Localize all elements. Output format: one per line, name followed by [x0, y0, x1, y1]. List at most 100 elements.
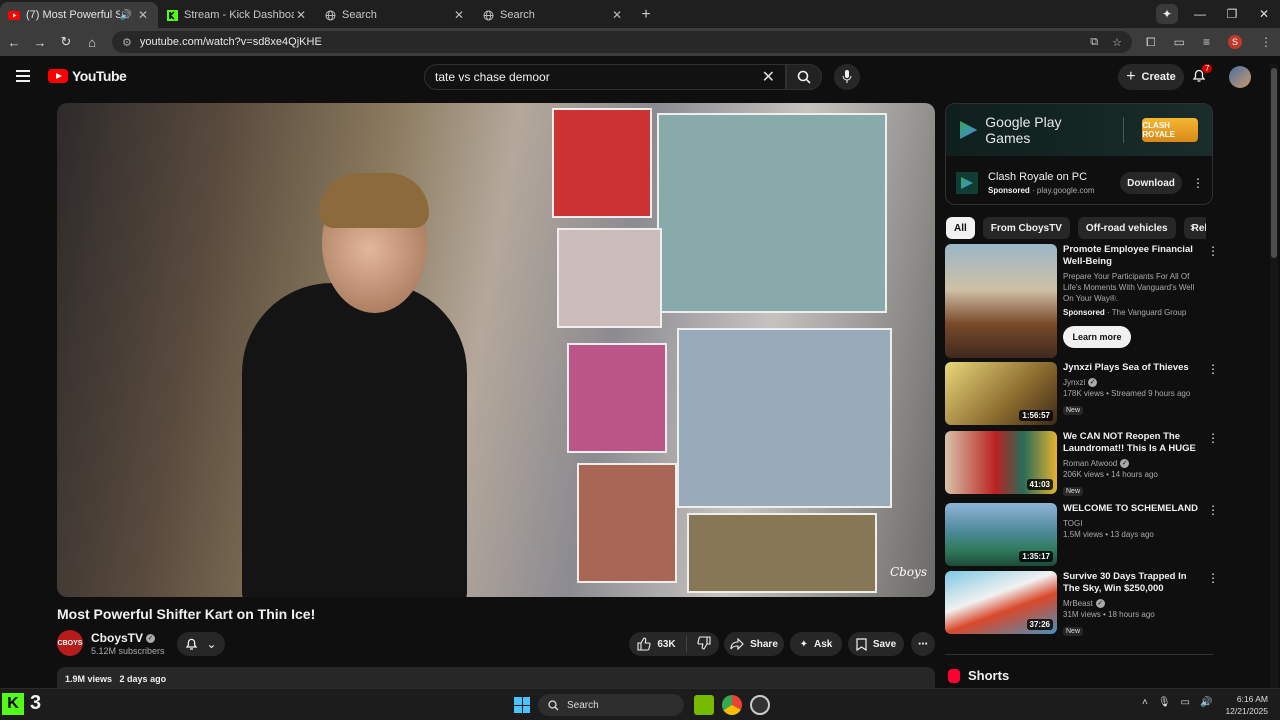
recommended-video[interactable]: 41:03 We CAN NOT Reopen The Laundromat!!…: [945, 431, 1219, 498]
save-button[interactable]: Save: [848, 632, 904, 656]
more-vertical-icon[interactable]: ⋮: [1207, 571, 1219, 585]
tray-overflow-chevron-icon[interactable]: ˄: [1142, 697, 1148, 708]
install-app-icon[interactable]: ⧉: [1090, 36, 1098, 49]
chip-off-road[interactable]: Off-road vehicles: [1077, 217, 1176, 239]
reload-icon[interactable]: ↻: [54, 30, 78, 54]
learn-more-button[interactable]: Learn more: [1063, 326, 1131, 348]
more-vertical-icon[interactable]: ⋮: [1207, 244, 1219, 258]
sponsored-video-card[interactable]: Promote Employee Financial Well-Being Pr…: [945, 244, 1219, 358]
cast-icon[interactable]: ▭: [1174, 35, 1185, 49]
recommended-video[interactable]: 1:56:57 Jynxzi Plays Sea of Thieves Jynx…: [945, 362, 1219, 425]
like-count: 63K: [657, 638, 676, 650]
video-thumbnail[interactable]: 1:56:57: [945, 362, 1057, 425]
close-tab-icon[interactable]: ✕: [136, 8, 150, 22]
channel-name-text: Roman Atwood: [1063, 459, 1118, 468]
media-controls-icon[interactable]: ≡: [1203, 35, 1210, 49]
tab-title: Search: [342, 9, 377, 21]
more-vertical-icon[interactable]: ⋮: [1192, 176, 1204, 190]
site-info-icon[interactable]: ⚙: [122, 36, 132, 49]
more-vertical-icon[interactable]: ⋮: [1207, 431, 1219, 445]
scrollbar-thumb[interactable]: [1271, 68, 1277, 258]
dislike-button[interactable]: [697, 635, 711, 653]
ask-button[interactable]: ✦ Ask: [790, 632, 842, 656]
video-channel[interactable]: Roman Atwood ✓: [1063, 458, 1203, 469]
system-tray: ˄ 🎙 ▭ 🔊: [1142, 697, 1212, 708]
close-tab-icon[interactable]: ✕: [610, 8, 624, 22]
restore-icon[interactable]: ❐: [1216, 7, 1248, 21]
search-input[interactable]: tate vs chase demoor ✕: [424, 64, 786, 90]
youtube-logo[interactable]: YouTube: [48, 68, 127, 84]
sponsored-thumbnail[interactable]: [945, 244, 1057, 358]
notifications-subscribed-button[interactable]: ⌄: [177, 632, 225, 656]
browser-tab-search-2[interactable]: Search ✕: [474, 2, 632, 28]
microphone-tray-icon[interactable]: 🎙: [1158, 697, 1171, 708]
video-player[interactable]: Cboys: [57, 103, 935, 597]
verified-check-icon: ✓: [1095, 599, 1105, 609]
browser-tab-kick[interactable]: Stream - Kick Dashboard ✕: [158, 2, 316, 28]
browser-tab-youtube[interactable]: (7) Most Powerful Shifter K 🔊 ✕: [0, 2, 158, 28]
kick-widget[interactable]: K 3: [2, 692, 41, 715]
audio-playing-icon[interactable]: 🔊: [120, 10, 132, 21]
menu-icon[interactable]: [16, 70, 30, 82]
video-channel[interactable]: Jynxzi ✓: [1063, 377, 1203, 388]
shorts-section-header[interactable]: Shorts: [948, 668, 1009, 683]
close-window-icon[interactable]: ✕: [1248, 7, 1280, 21]
back-icon[interactable]: ←: [2, 30, 26, 54]
recommended-video[interactable]: 1:35:17 WELCOME TO SCHEMELAND TOGI 1.5M …: [945, 503, 1219, 566]
voice-search-button[interactable]: [834, 64, 860, 90]
google-play-ad-card[interactable]: Google Play Games CLASH ROYALE Clash Roy…: [945, 103, 1213, 205]
volume-icon[interactable]: 🔊: [1200, 697, 1212, 708]
recommended-video[interactable]: 37:26 Survive 30 Days Trapped In The Sky…: [945, 571, 1219, 638]
taskbar-search[interactable]: Search: [538, 694, 684, 716]
video-info: Jynxzi Plays Sea of Thieves Jynxzi ✓ 178K…: [1063, 362, 1219, 425]
bookmark-star-icon[interactable]: ☆: [1112, 36, 1122, 49]
more-vertical-icon[interactable]: ⋮: [1207, 503, 1219, 517]
close-tab-icon[interactable]: ✕: [294, 8, 308, 22]
taskbar-search-placeholder: Search: [567, 699, 599, 711]
more-vertical-icon[interactable]: ⋮: [1207, 362, 1219, 376]
notifications-button[interactable]: 7: [1192, 64, 1213, 86]
channel-name[interactable]: CboysTV ✓: [91, 631, 156, 645]
ad-text: Clash Royale on PC Sponsored · play.goog…: [988, 171, 1110, 195]
address-bar[interactable]: ⚙ youtube.com/watch?v=sd8xe4QjKHE ⧉ ☆: [112, 31, 1132, 53]
like-button[interactable]: 63K: [637, 637, 676, 651]
chevron-right-icon[interactable]: ›: [1190, 220, 1194, 234]
video-channel[interactable]: MrBeast ✓: [1063, 598, 1203, 609]
chip-all[interactable]: All: [946, 217, 975, 239]
gemini-sparkle-icon[interactable]: ✦: [1156, 4, 1178, 24]
taskbar-clock[interactable]: 6:16 AM 12/21/2025: [1222, 693, 1268, 717]
page-scrollbar[interactable]: [1270, 64, 1278, 688]
clear-search-icon[interactable]: ✕: [762, 67, 775, 87]
create-button[interactable]: + Create: [1118, 64, 1184, 90]
youtube-play-logo-icon: [48, 69, 68, 83]
video-channel[interactable]: TOGI: [1063, 518, 1203, 529]
tab-title: Stream - Kick Dashboard: [184, 9, 294, 21]
windows-start-icon[interactable]: [514, 697, 530, 713]
chip-related[interactable]: Related: [1183, 217, 1206, 239]
video-thumbnail[interactable]: 41:03: [945, 431, 1057, 494]
network-icon[interactable]: ▭: [1181, 697, 1190, 708]
search-button[interactable]: [786, 64, 822, 90]
account-avatar[interactable]: [1229, 66, 1251, 88]
minimize-icon[interactable]: —: [1184, 7, 1216, 21]
nvidia-app-icon[interactable]: [694, 695, 714, 715]
settings-app-icon[interactable]: [750, 695, 770, 715]
video-info: We CAN NOT Reopen The Laundromat!! This …: [1063, 431, 1219, 498]
channel-avatar[interactable]: CBOYS: [57, 630, 83, 656]
extensions-icon[interactable]: ⧠: [1146, 35, 1156, 50]
chrome-app-icon[interactable]: [722, 695, 742, 715]
close-tab-icon[interactable]: ✕: [452, 8, 466, 22]
chrome-menu-icon[interactable]: ⋮: [1260, 35, 1272, 49]
more-actions-button[interactable]: ⋯: [911, 632, 935, 656]
forward-icon[interactable]: →: [28, 30, 52, 54]
profile-avatar[interactable]: S: [1227, 35, 1242, 49]
verified-check-icon: ✓: [146, 634, 156, 644]
download-button[interactable]: Download: [1120, 172, 1182, 194]
video-thumbnail[interactable]: 37:26: [945, 571, 1057, 634]
new-tab-button[interactable]: +: [632, 2, 660, 28]
home-icon[interactable]: ⌂: [80, 30, 104, 54]
chip-from-channel[interactable]: From CboysTV: [982, 217, 1070, 239]
video-thumbnail[interactable]: 1:35:17: [945, 503, 1057, 566]
share-button[interactable]: Share: [724, 632, 784, 656]
browser-tab-search-1[interactable]: Search ✕: [316, 2, 474, 28]
